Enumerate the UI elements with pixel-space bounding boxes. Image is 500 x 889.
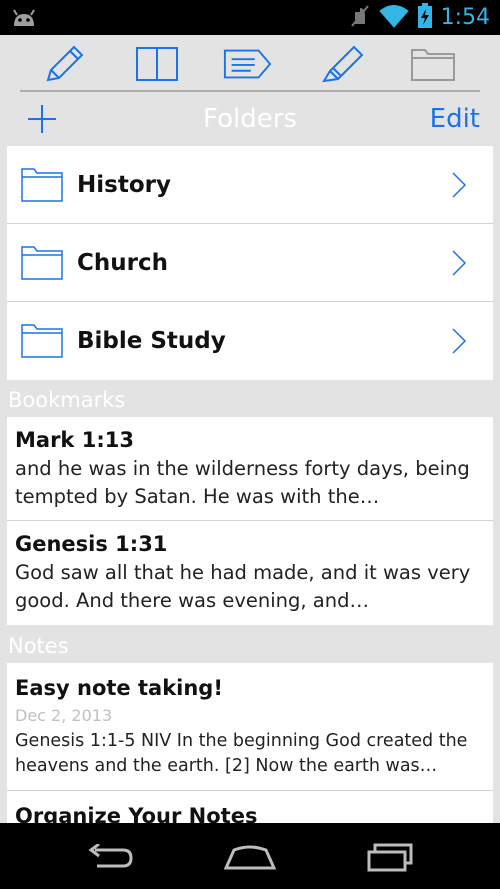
note-text: Genesis 1:1-5 NIV In the beginning God c…: [15, 731, 468, 776]
tag-icon[interactable]: [222, 43, 272, 85]
bookmarks-list: Mark 1:13 and he was in the wilderness f…: [7, 417, 493, 625]
home-icon[interactable]: [220, 840, 280, 874]
folder-icon: [21, 166, 63, 206]
folder-label: Bible Study: [77, 328, 226, 354]
page-title: Folders: [203, 104, 297, 134]
system-nav-bar: [0, 823, 500, 889]
bookmarks-header: Bookmarks: [8, 388, 126, 412]
note-item[interactable]: Organize Your Notes: [7, 791, 493, 823]
chevron-right-icon: [451, 249, 467, 281]
folder-icon[interactable]: [408, 43, 458, 85]
folder-item-history[interactable]: History: [7, 146, 493, 224]
wifi-icon: [378, 4, 409, 32]
note-title: Organize Your Notes: [15, 804, 258, 823]
android-icon: [10, 8, 38, 32]
folder-label: History: [77, 172, 171, 198]
back-icon[interactable]: [80, 840, 140, 874]
pencil-icon[interactable]: [40, 43, 90, 85]
highlighter-icon[interactable]: [318, 43, 368, 85]
chevron-right-icon: [451, 327, 467, 359]
battery-charging-icon: [417, 2, 433, 33]
bookmark-text: and he was in the wilderness forty days,…: [15, 457, 470, 508]
status-bar: 1:54: [0, 0, 500, 35]
note-title: Easy note taking!: [15, 676, 223, 700]
folder-item-bible-study[interactable]: Bible Study: [7, 302, 493, 380]
bookmark-reference: Genesis 1:31: [15, 532, 168, 556]
clock: 1:54: [440, 5, 490, 30]
notes-list: Easy note taking! Dec 2, 2013 Genesis 1:…: [7, 663, 493, 823]
edit-button[interactable]: Edit: [430, 104, 480, 134]
nav-bar: Folders Edit: [0, 92, 500, 146]
folder-icon: [21, 244, 63, 284]
note-item[interactable]: Easy note taking! Dec 2, 2013 Genesis 1:…: [7, 663, 493, 791]
notes-header: Notes: [8, 634, 69, 658]
folder-label: Church: [77, 250, 168, 276]
bookmark-item[interactable]: Mark 1:13 and he was in the wilderness f…: [7, 417, 493, 521]
note-date: Dec 2, 2013: [15, 706, 113, 725]
book-icon[interactable]: [132, 43, 182, 85]
folder-item-church[interactable]: Church: [7, 224, 493, 302]
mute-icon: [349, 4, 371, 32]
folders-list: History Church Bible Study: [7, 146, 493, 380]
bookmark-text: God saw all that he had made, and it was…: [15, 561, 471, 612]
chevron-right-icon: [451, 171, 467, 203]
toolbar: [0, 35, 500, 91]
bookmark-item[interactable]: Genesis 1:31 God saw all that he had mad…: [7, 521, 493, 625]
recent-apps-icon[interactable]: [360, 840, 420, 874]
bookmark-reference: Mark 1:13: [15, 428, 134, 452]
folder-icon: [21, 322, 63, 362]
